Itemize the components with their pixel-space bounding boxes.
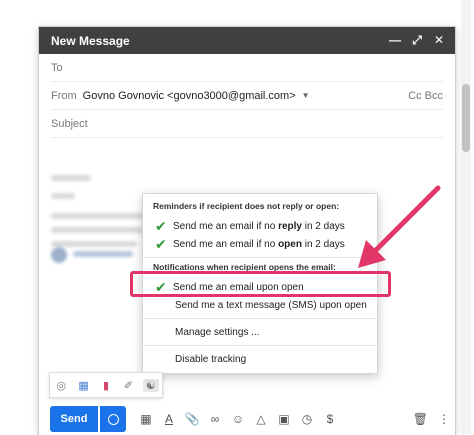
attachment-icon[interactable]: 📎	[184, 412, 200, 426]
emoji-icon[interactable]: ☺	[230, 412, 246, 426]
link-icon[interactable]: ∞	[207, 412, 223, 426]
checkmark-icon: ✔	[155, 235, 167, 252]
from-label: From	[51, 89, 77, 102]
lock-clock-icon[interactable]: ◷	[299, 412, 315, 426]
compose-title: New Message	[51, 33, 130, 48]
from-value[interactable]: Govno Govnovic <govno3000@gmail.com>	[83, 90, 296, 102]
menu-item-manage-settings[interactable]: Manage settings ...	[143, 323, 377, 341]
dollar-icon[interactable]: $	[322, 412, 338, 426]
target-icon[interactable]: ◎	[53, 379, 69, 392]
expand-icon[interactable]: ⤢	[411, 33, 423, 48]
compose-bottom-bar: Send ▦ A 📎 ∞ ☺ △ ▣ ◷ $ 🗑 ⋮	[50, 406, 450, 432]
cc-bcc-link[interactable]: Cc Bcc	[408, 90, 443, 102]
annotation-arrow	[358, 185, 441, 268]
menu-divider	[143, 318, 377, 319]
grid-icon[interactable]: ▦	[138, 412, 154, 426]
tracking-toolbar: ◎ ▦ ▮ ✐ ☯	[49, 372, 163, 398]
clock-icon	[107, 413, 119, 425]
menu-divider	[143, 257, 377, 258]
reminder-reply-text: Send me an email if no reply in 2 days	[173, 220, 345, 232]
more-options-icon[interactable]: ⋮	[438, 412, 450, 426]
close-icon[interactable]: ✕	[433, 33, 445, 48]
menu-item-reminder-open[interactable]: ✔ Send me an email if no open in 2 days	[143, 235, 377, 253]
drive-icon[interactable]: △	[253, 412, 269, 426]
schedule-send-button[interactable]	[100, 406, 126, 432]
menu-item-notify-sms[interactable]: Send me a text message (SMS) upon open	[143, 296, 377, 314]
to-row[interactable]: To	[51, 54, 443, 82]
paint-brush-icon[interactable]: ✐	[120, 379, 136, 392]
to-label: To	[51, 61, 63, 74]
checkmark-icon: ✔	[155, 217, 167, 234]
menu-item-reminder-reply[interactable]: ✔ Send me an email if no reply in 2 days	[143, 217, 377, 235]
bookmark-icon[interactable]: ▮	[98, 379, 114, 392]
reminders-header: Reminders if recipient does not reply or…	[153, 201, 340, 211]
blurred-avatar	[51, 247, 67, 263]
menu-item-disable-tracking[interactable]: Disable tracking	[143, 350, 377, 368]
chevron-down-icon[interactable]: ▼	[302, 91, 310, 100]
subject-row[interactable]: Subject	[51, 110, 443, 138]
page-scrollbar[interactable]	[461, 0, 471, 434]
formatting-tools: ▦ A 📎 ∞ ☺ △ ▣ ◷ $	[138, 412, 338, 426]
scrollbar-thumb[interactable]	[462, 84, 470, 152]
blurred-link	[73, 251, 133, 257]
from-row[interactable]: From Govno Govnovic <govno3000@gmail.com…	[51, 82, 443, 110]
menu-divider	[143, 345, 377, 346]
window-controls: — ⤢ ✕	[389, 33, 445, 48]
send-button[interactable]: Send	[50, 406, 98, 432]
reminder-open-text: Send me an email if no open in 2 days	[173, 238, 345, 250]
image-icon[interactable]: ▣	[276, 412, 292, 426]
document-icon[interactable]: ▦	[76, 379, 92, 392]
minimize-icon[interactable]: —	[389, 33, 401, 48]
compose-titlebar: New Message — ⤢ ✕	[39, 27, 455, 54]
tracking-wifi-icon[interactable]: ☯	[142, 378, 159, 392]
trash-icon[interactable]: 🗑	[413, 412, 428, 426]
subject-input[interactable]: Subject	[51, 118, 88, 130]
right-tools: 🗑 ⋮	[413, 412, 450, 426]
text-format-icon[interactable]: A	[161, 412, 177, 426]
